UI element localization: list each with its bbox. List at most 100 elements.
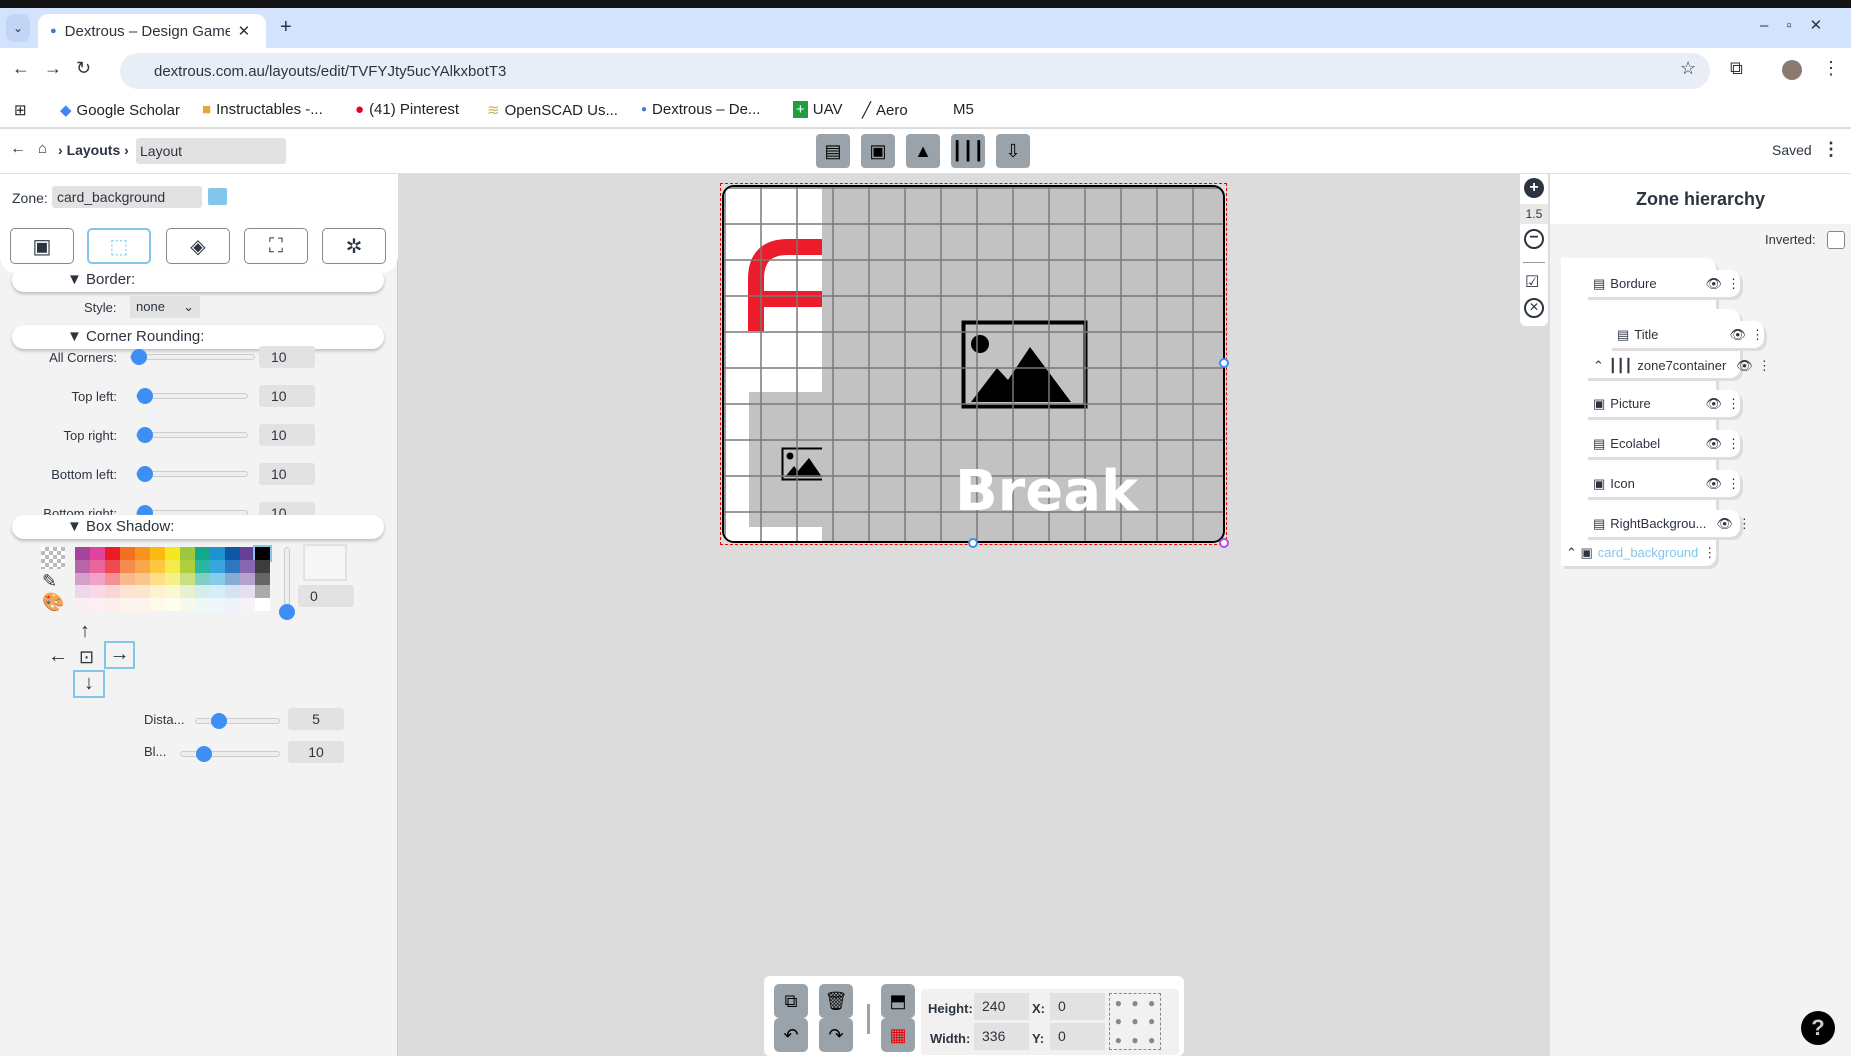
color-swatch[interactable] xyxy=(120,547,135,560)
add-shape-zone-button[interactable]: ▲ xyxy=(906,134,940,168)
new-tab-button[interactable]: + xyxy=(280,16,292,39)
color-swatch[interactable] xyxy=(240,585,255,599)
color-swatch[interactable] xyxy=(240,598,255,611)
color-swatch[interactable] xyxy=(105,572,120,586)
arrow-up-icon[interactable]: ↑ xyxy=(80,620,90,643)
app-menu-icon[interactable]: ⋮ xyxy=(1822,139,1840,160)
color-swatch[interactable] xyxy=(135,559,150,573)
color-swatch[interactable] xyxy=(105,547,120,560)
copy-button[interactable]: ⧉ xyxy=(774,984,808,1018)
corner-input[interactable]: 10 xyxy=(259,385,315,407)
resize-tab-button[interactable]: ⛶ xyxy=(244,228,308,264)
color-swatch[interactable] xyxy=(255,559,270,573)
help-button[interactable]: ? xyxy=(1801,1011,1835,1045)
shadow-section-header[interactable]: ▼ Box Shadow: xyxy=(12,515,384,539)
color-swatch[interactable] xyxy=(90,572,105,586)
image-tab-button[interactable]: ▣ xyxy=(10,228,74,264)
window-controls[interactable]: –▫✕ xyxy=(1760,16,1840,34)
corner-input[interactable]: 10 xyxy=(259,346,315,368)
profile-avatar[interactable] xyxy=(1782,60,1802,80)
arrow-down-icon[interactable]: ↓ xyxy=(73,670,105,698)
y-input[interactable]: 0 xyxy=(1050,1023,1105,1050)
center-focus-icon[interactable]: ⊡ xyxy=(79,647,94,668)
color-swatch[interactable] xyxy=(120,598,135,611)
tree-item-ecolabel[interactable]: ▤ Ecolabel 👁 ⋮ xyxy=(1585,430,1740,457)
bookmark-instructables[interactable]: ■ Instructables -... xyxy=(202,101,323,118)
color-swatch[interactable] xyxy=(120,559,135,573)
bookmark-openscad[interactable]: ≋ OpenSCAD Us... xyxy=(487,101,618,120)
layout-name-input[interactable]: Layout xyxy=(136,138,286,164)
color-swatch[interactable] xyxy=(195,572,210,586)
color-swatch[interactable] xyxy=(225,598,240,611)
corner-slider[interactable] xyxy=(130,349,255,365)
zoom-out-button[interactable]: − xyxy=(1524,229,1544,249)
color-swatch[interactable] xyxy=(150,559,165,573)
color-swatch[interactable] xyxy=(180,559,195,573)
color-swatch[interactable] xyxy=(210,572,225,586)
color-swatch[interactable] xyxy=(255,598,270,611)
color-swatch[interactable] xyxy=(165,598,180,611)
add-container-button[interactable]: ┃┃┃ xyxy=(951,134,985,168)
fit-page-icon[interactable]: ☑ xyxy=(1525,272,1539,292)
bookmark-m5[interactable]: M5 xyxy=(953,101,974,118)
arrow-right-icon[interactable]: → xyxy=(104,641,135,669)
color-swatch[interactable] xyxy=(210,598,225,611)
color-swatch[interactable] xyxy=(225,547,240,560)
color-swatch[interactable] xyxy=(90,598,105,611)
breadcrumb-layouts[interactable]: Layouts xyxy=(67,142,121,158)
color-swatch[interactable] xyxy=(255,585,270,599)
zoom-in-button[interactable]: + xyxy=(1524,178,1544,198)
color-swatch[interactable] xyxy=(225,572,240,586)
tree-item-icon[interactable]: ▣ Icon 👁 ⋮ xyxy=(1585,470,1740,497)
opacity-slider[interactable] xyxy=(279,547,295,620)
apps-icon[interactable]: ⊞ xyxy=(14,101,27,119)
color-swatch[interactable] xyxy=(75,572,90,586)
tree-item-card-background[interactable]: ⌃ ▣ card_background ⋮ xyxy=(1566,545,1716,561)
color-swatch[interactable] xyxy=(240,547,255,560)
palette-icon[interactable]: 🎨 xyxy=(42,592,64,613)
paste-button[interactable]: ⬒ xyxy=(881,984,915,1018)
color-swatch[interactable] xyxy=(225,559,240,573)
color-swatch[interactable] xyxy=(210,547,225,560)
zone-select[interactable]: card_background xyxy=(52,186,202,208)
color-swatch[interactable] xyxy=(75,598,90,611)
border-style-select[interactable]: none ⌄ xyxy=(130,296,200,318)
bookmark-dextrous[interactable]: ● Dextrous – De... xyxy=(641,101,760,118)
color-swatch[interactable] xyxy=(165,572,180,586)
color-palette[interactable] xyxy=(75,545,272,611)
x-input[interactable]: 0 xyxy=(1050,993,1105,1020)
color-swatch[interactable] xyxy=(195,547,210,560)
extensions-icon[interactable]: ⧉ xyxy=(1730,58,1743,79)
title-text[interactable]: Break xyxy=(955,459,1138,524)
bookmark-aero[interactable]: ╱ Aero xyxy=(862,101,908,120)
corner-slider[interactable] xyxy=(136,388,248,404)
back-arrow-icon[interactable]: ← xyxy=(10,140,26,158)
color-swatch[interactable] xyxy=(165,559,180,573)
delete-button[interactable]: 🗑 xyxy=(819,984,853,1018)
add-text-zone-button[interactable]: ▤ xyxy=(816,134,850,168)
color-swatch[interactable] xyxy=(180,585,195,599)
url-input[interactable]: dextrous.com.au/layouts/edit/TVFYJty5ucY… xyxy=(120,53,1710,89)
corner-input[interactable]: 10 xyxy=(259,424,315,446)
width-input[interactable]: 336 xyxy=(974,1023,1029,1050)
close-tab-icon[interactable]: ✕ xyxy=(238,22,251,40)
color-swatch[interactable] xyxy=(150,598,165,611)
color-swatch[interactable] xyxy=(120,572,135,586)
color-swatch[interactable] xyxy=(210,559,225,573)
blur-slider[interactable] xyxy=(180,746,280,762)
height-input[interactable]: 240 xyxy=(974,993,1029,1020)
corner-section-header[interactable]: ▼ Corner Rounding: xyxy=(12,325,384,349)
bookmark-google-scholar[interactable]: ◆ Google Scholar xyxy=(60,101,180,120)
color-swatch[interactable] xyxy=(165,585,180,599)
distance-input[interactable]: 5 xyxy=(288,708,344,730)
opacity-input[interactable]: 0 xyxy=(298,585,354,607)
card-canvas[interactable]: Break xyxy=(722,185,1225,543)
color-swatch[interactable] xyxy=(150,585,165,599)
tree-item-picture[interactable]: ▣ Picture 👁 ⋮ xyxy=(1585,390,1740,417)
redo-button[interactable]: ↷ xyxy=(819,1018,853,1052)
effects-tab-button[interactable]: ✲ xyxy=(322,228,386,264)
corner-input[interactable]: 10 xyxy=(259,463,315,485)
color-swatch[interactable] xyxy=(75,547,90,560)
color-swatch[interactable] xyxy=(90,585,105,599)
bookmark-star-icon[interactable]: ☆ xyxy=(1680,58,1696,79)
